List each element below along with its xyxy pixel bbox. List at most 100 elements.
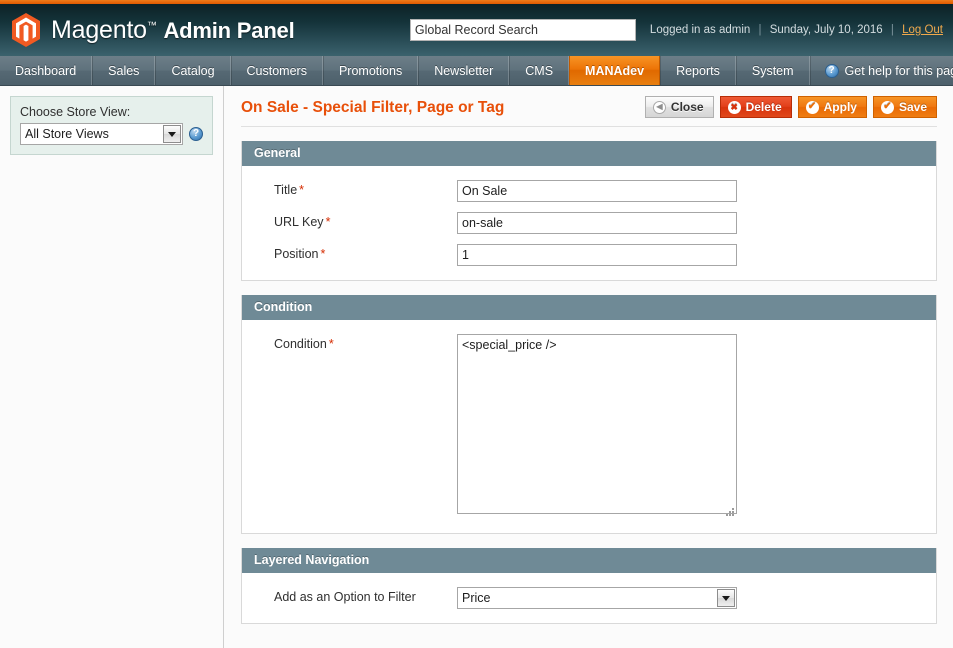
fieldset-layered-navigation: Layered Navigation Add as an Option to F… xyxy=(241,548,937,624)
page-actions: ◀ Close ✖ Delete ✔ Apply ✔ Save xyxy=(644,96,937,118)
check-circle-icon: ✔ xyxy=(880,100,894,114)
delete-button[interactable]: ✖ Delete xyxy=(719,96,792,118)
brand-trademark: ™ xyxy=(146,20,157,32)
condition-label-text: Condition xyxy=(274,337,327,351)
fieldset-condition: Condition Condition * <special_price /> xyxy=(241,295,937,534)
meta-separator-2: | xyxy=(890,24,894,36)
header-right-area: Logged in as admin | Sunday, July 10, 20… xyxy=(409,4,953,56)
field-row-add-option-filter: Add as an Option to Filter Price xyxy=(252,587,926,609)
store-view-select[interactable]: All Store Views xyxy=(20,123,183,145)
brand-title: Magento™ Admin Panel xyxy=(51,16,295,45)
nav-label: Sales xyxy=(108,63,140,78)
get-help-link[interactable]: ? Get help for this page xyxy=(809,56,953,85)
nav-label: Promotions xyxy=(338,63,403,78)
required-marker: * xyxy=(325,215,331,229)
nav-item-newsletter[interactable]: Newsletter xyxy=(418,56,510,85)
chevron-down-icon[interactable] xyxy=(717,589,735,607)
required-marker: * xyxy=(299,183,305,197)
fieldset-general-body: Title* URL Key* Position* xyxy=(242,166,936,280)
store-switcher-help-icon[interactable]: ? xyxy=(189,127,203,141)
nav-label: Customers xyxy=(246,63,307,78)
meta-separator-1: | xyxy=(758,24,762,36)
page-title: On Sale - Special Filter, Page or Tag xyxy=(241,99,505,116)
main-navigation: Dashboard Sales Catalog Customers Promot… xyxy=(0,56,953,86)
logout-link[interactable]: Log Out xyxy=(902,24,943,36)
global-search-input[interactable] xyxy=(409,19,636,41)
header-user-meta: Logged in as admin | Sunday, July 10, 20… xyxy=(650,24,943,36)
chevron-down-icon[interactable] xyxy=(163,125,181,143)
delete-button-label: Delete xyxy=(745,100,782,114)
add-option-filter-select[interactable]: Price xyxy=(457,587,737,609)
nav-item-manadev[interactable]: MANAdev xyxy=(569,56,661,85)
field-row-url-key: URL Key * xyxy=(252,212,926,234)
brand-subtitle: Admin Panel xyxy=(163,17,295,43)
nav-label: MANAdev xyxy=(585,63,645,78)
fieldset-layered-navigation-body: Add as an Option to Filter Price xyxy=(242,573,936,623)
nav-label: Reports xyxy=(676,63,720,78)
current-date: Sunday, July 10, 2016 xyxy=(769,24,883,36)
fieldset-condition-legend: Condition xyxy=(242,295,936,320)
fieldset-general: General Title* URL Key* Position xyxy=(241,141,937,281)
condition-textarea-wrapper: <special_price /> xyxy=(457,334,737,519)
nav-label: System xyxy=(751,63,794,78)
url-key-input[interactable] xyxy=(457,212,737,234)
apply-button-label: Apply xyxy=(823,100,857,114)
title-field-label: Title * xyxy=(252,180,457,197)
nav-item-catalog[interactable]: Catalog xyxy=(155,56,231,85)
nav-label: Dashboard xyxy=(15,63,77,78)
store-switcher-label: Choose Store View: xyxy=(20,105,131,119)
close-button[interactable]: ◀ Close xyxy=(644,96,714,118)
nav-item-sales[interactable]: Sales xyxy=(92,56,156,85)
check-circle-icon: ✔ xyxy=(805,100,819,114)
field-row-title: Title * xyxy=(252,180,926,202)
url-key-field-label: URL Key * xyxy=(252,212,457,229)
field-row-position: Position * xyxy=(252,244,926,266)
title-label-text: Title xyxy=(274,183,298,197)
required-marker: * xyxy=(320,247,326,261)
brand-logo[interactable]: Magento™ Admin Panel xyxy=(0,12,295,48)
get-help-label: Get help for this page xyxy=(844,63,953,78)
close-button-label: Close xyxy=(670,100,704,114)
logged-in-label: Logged in as admin xyxy=(649,24,751,36)
position-input[interactable] xyxy=(457,244,737,266)
add-option-filter-label: Add as an Option to Filter xyxy=(252,587,457,604)
save-button[interactable]: ✔ Save xyxy=(872,96,937,118)
store-view-value: All Store Views xyxy=(25,127,109,141)
content-header: On Sale - Special Filter, Page or Tag ◀ … xyxy=(241,96,937,127)
url-key-label-text: URL Key xyxy=(274,215,324,229)
x-circle-icon: ✖ xyxy=(727,100,741,114)
main-content: On Sale - Special Filter, Page or Tag ◀ … xyxy=(225,86,953,648)
brand-name: Magento xyxy=(51,15,147,44)
store-switcher-panel: Choose Store View: All Store Views ? xyxy=(10,96,213,155)
nav-label: Catalog xyxy=(171,63,215,78)
help-circle-icon: ? xyxy=(824,63,839,78)
add-option-filter-label-text: Add as an Option to Filter xyxy=(274,590,416,604)
store-switcher-row: All Store Views ? xyxy=(20,123,203,145)
field-row-condition: Condition * <special_price /> xyxy=(252,334,926,519)
nav-item-system[interactable]: System xyxy=(735,56,810,85)
position-field-label: Position * xyxy=(252,244,457,261)
magento-hexagon-logo-icon xyxy=(10,12,42,48)
nav-label: CMS xyxy=(525,63,554,78)
condition-field-label: Condition * xyxy=(252,334,457,351)
save-button-label: Save xyxy=(898,100,927,114)
fieldset-general-legend: General xyxy=(242,141,936,166)
add-option-filter-value: Price xyxy=(462,591,491,605)
required-marker: * xyxy=(328,337,334,351)
apply-button[interactable]: ✔ Apply xyxy=(797,96,867,118)
fieldset-layered-navigation-legend: Layered Navigation xyxy=(242,548,936,573)
nav-label: Newsletter xyxy=(434,63,494,78)
nav-item-promotions[interactable]: Promotions xyxy=(322,56,419,85)
nav-item-cms[interactable]: CMS xyxy=(509,56,570,85)
fieldset-condition-body: Condition * <special_price /> xyxy=(242,320,936,533)
nav-item-dashboard[interactable]: Dashboard xyxy=(0,56,93,85)
app-header: Magento™ Admin Panel Logged in as admin … xyxy=(0,4,953,56)
title-input[interactable] xyxy=(457,180,737,202)
position-label-text: Position xyxy=(274,247,319,261)
nav-item-customers[interactable]: Customers xyxy=(230,56,323,85)
back-arrow-circle-icon: ◀ xyxy=(652,100,666,114)
left-sidebar: Choose Store View: All Store Views ? xyxy=(0,86,224,648)
page-body: Choose Store View: All Store Views ? On … xyxy=(0,86,953,648)
condition-textarea[interactable]: <special_price /> xyxy=(457,334,737,514)
nav-item-reports[interactable]: Reports xyxy=(660,56,736,85)
